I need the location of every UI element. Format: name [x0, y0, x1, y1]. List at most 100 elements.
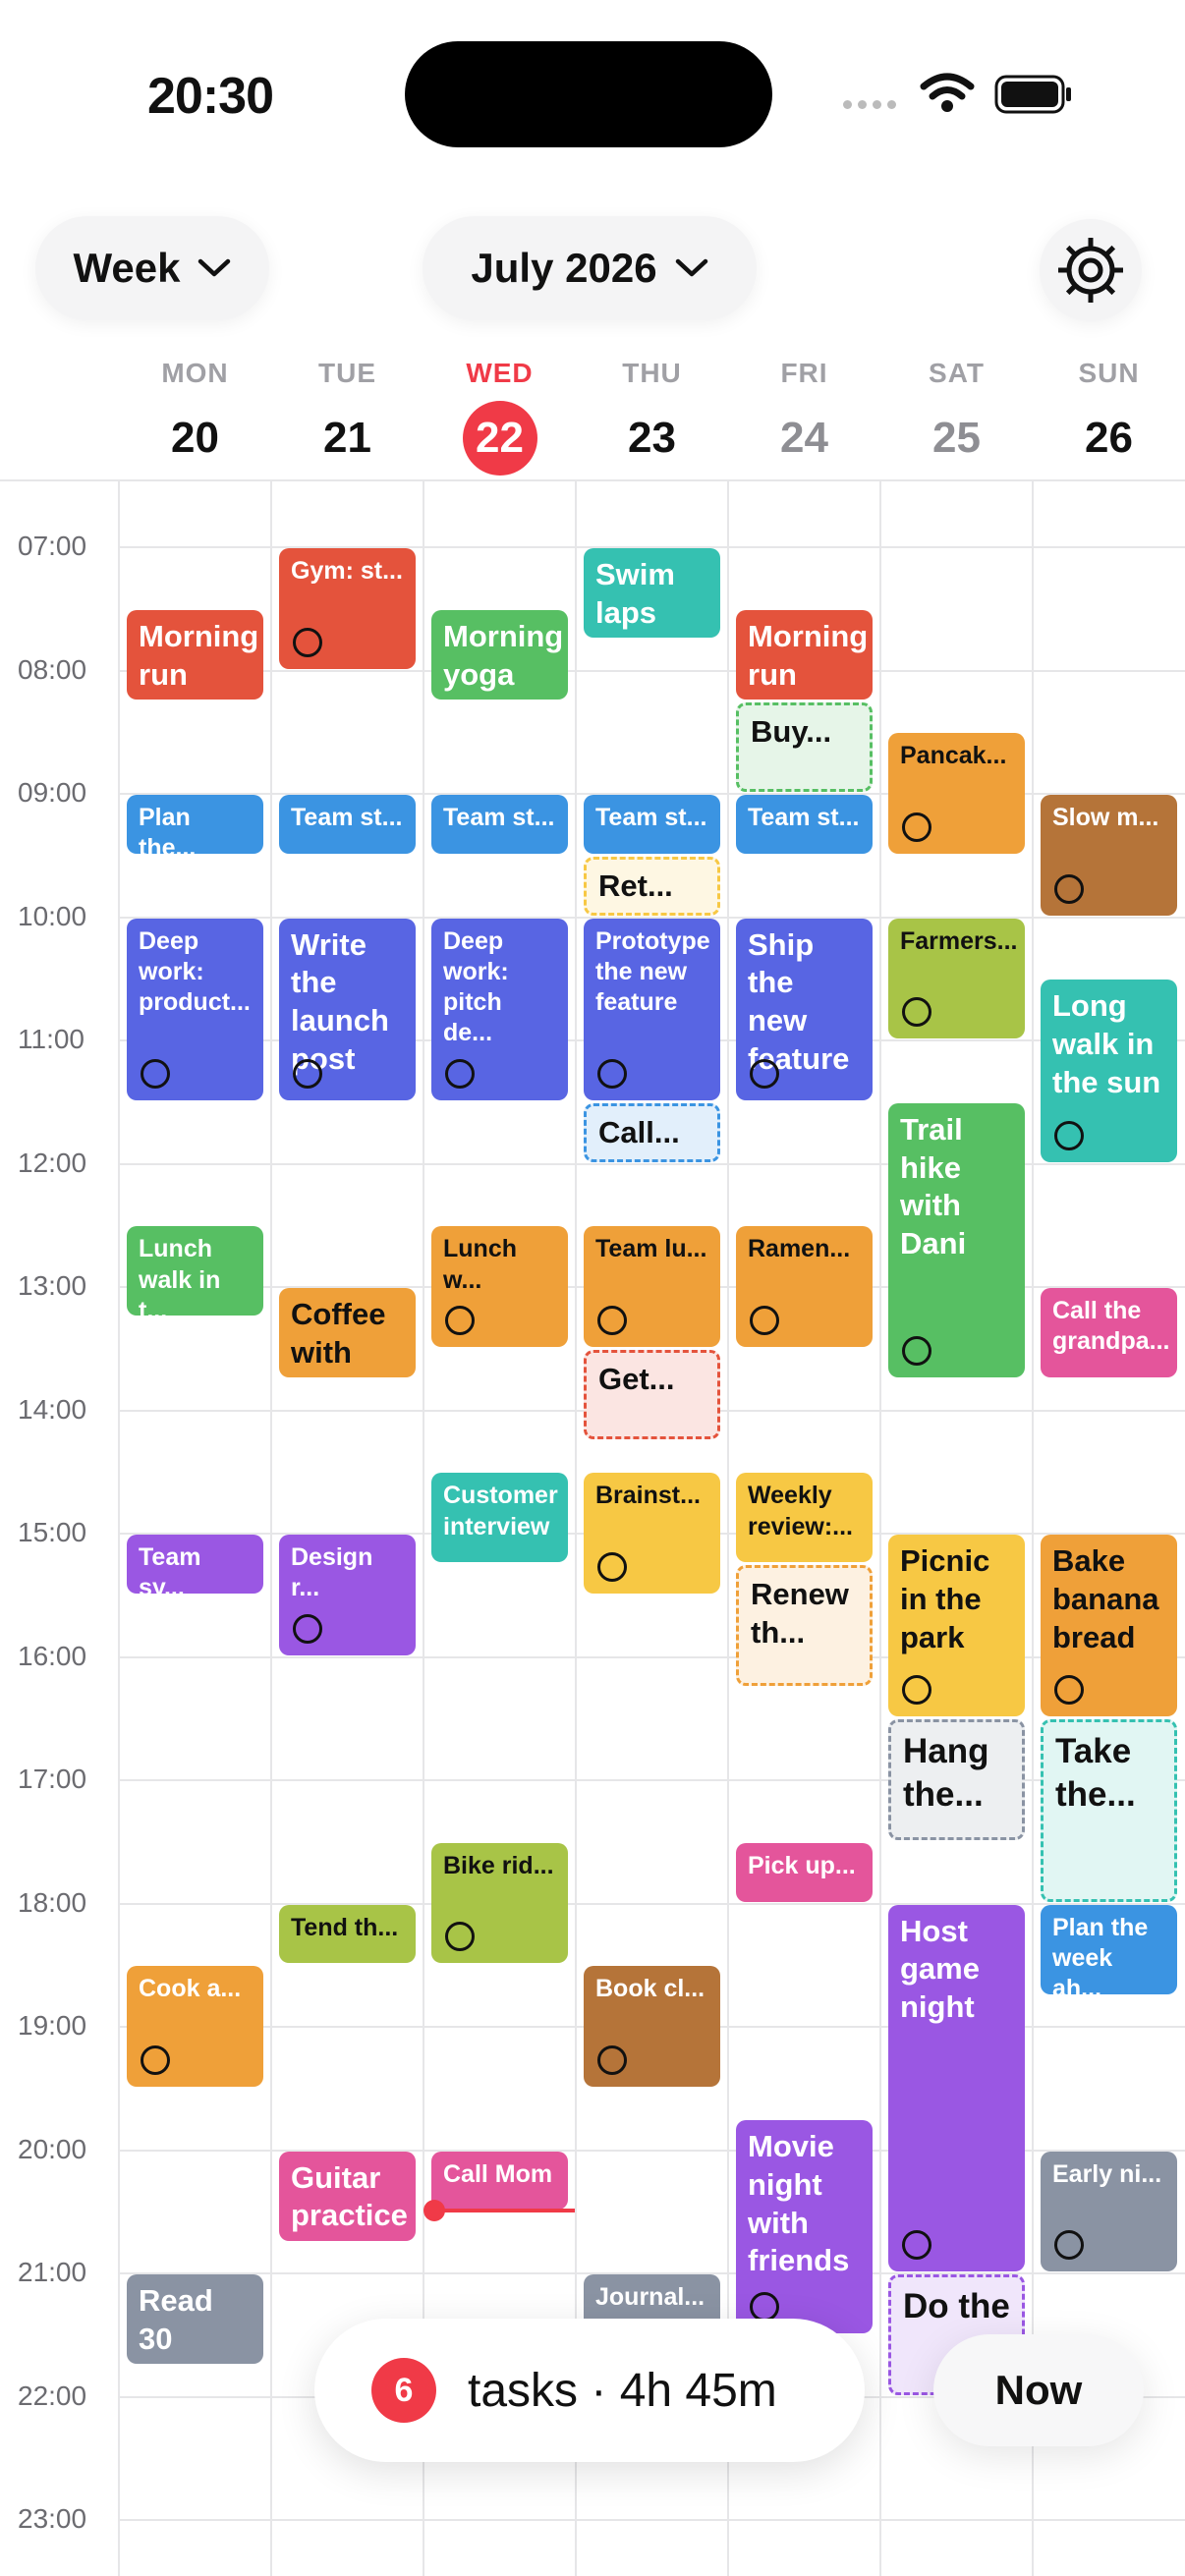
task-complete-checkbox-icon[interactable] [445, 1058, 475, 1089]
task-complete-checkbox-icon[interactable] [750, 1305, 779, 1335]
settings-button[interactable] [1040, 219, 1142, 321]
calendar-event[interactable]: Team st... [279, 795, 416, 854]
calendar-event[interactable]: Team st... [736, 795, 873, 854]
event-title: Team st... [443, 804, 555, 831]
event-title: Movie night with friends [748, 2129, 850, 2278]
day-name-mon: MON [161, 358, 229, 388]
task-complete-checkbox-icon[interactable] [1054, 873, 1084, 904]
dynamic-island [405, 41, 772, 147]
calendar-event[interactable]: Host game night [888, 1904, 1025, 2271]
calendar-event[interactable]: Morning yoga [431, 609, 568, 700]
calendar-event[interactable]: Deep work: product... [127, 918, 263, 1100]
cellular-signal-icon [843, 100, 896, 109]
now-button[interactable]: Now [933, 2334, 1144, 2446]
day-number-25[interactable]: 25 [898, 401, 1016, 476]
calendar-event[interactable]: Team sy... [127, 1535, 263, 1594]
day-number-26[interactable]: 26 [1050, 401, 1168, 476]
calendar-event[interactable]: Read 30 pages [127, 2274, 263, 2365]
task-complete-checkbox-icon[interactable] [750, 1058, 779, 1089]
calendar-event[interactable]: Buy... [736, 701, 873, 792]
task-complete-checkbox-icon[interactable] [902, 1675, 931, 1706]
task-complete-checkbox-icon[interactable] [750, 2291, 779, 2322]
calendar-event[interactable]: Farmers... [888, 918, 1025, 1038]
task-complete-checkbox-icon[interactable] [293, 1613, 322, 1644]
calendar-event[interactable]: Write the launch post [279, 918, 416, 1100]
calendar-event[interactable]: Long walk in the sun [1041, 980, 1177, 1162]
calendar-event[interactable]: Team st... [584, 795, 720, 854]
calendar-event[interactable]: Cook a... [127, 1966, 263, 2087]
calendar-event[interactable]: Ship the new feature [736, 918, 873, 1100]
calendar-event[interactable]: Team lu... [584, 1226, 720, 1347]
hour-label: 08:00 [18, 653, 87, 685]
task-complete-checkbox-icon[interactable] [141, 2044, 170, 2075]
week-grid[interactable]: 07:00 08:00 09:00 10:00 11:00 12:00 13:00 14:00… [0, 479, 1185, 2576]
calendar-event[interactable]: Gym: st... [279, 548, 416, 669]
day-number-22[interactable]: 22 [462, 401, 537, 476]
calendar-event[interactable]: Hang the... [888, 1719, 1025, 1840]
calendar-event[interactable]: Get... [584, 1349, 720, 1439]
task-summary-bar[interactable]: 6 tasks · 4h 45m [314, 2319, 865, 2462]
task-complete-checkbox-icon[interactable] [1054, 1120, 1084, 1150]
calendar-event[interactable]: Lunch walk in t... [127, 1226, 263, 1316]
task-complete-checkbox-icon[interactable] [1054, 2230, 1084, 2260]
hour-line [118, 2519, 1185, 2521]
calendar-event[interactable]: Customer interview [431, 1473, 568, 1563]
calendar-event[interactable]: Ret... [584, 856, 720, 916]
task-complete-checkbox-icon[interactable] [293, 1058, 322, 1089]
hour-label: 19:00 [18, 2010, 87, 2041]
day-number-23[interactable]: 23 [593, 401, 711, 476]
calendar-event[interactable]: Deep work: pitch de... [431, 918, 568, 1100]
calendar-event[interactable]: Movie night with friends [736, 2120, 873, 2333]
calendar-event[interactable]: Bake banana bread [1041, 1535, 1177, 1717]
calendar-event[interactable]: Picnic in the park [888, 1535, 1025, 1717]
calendar-event[interactable]: Ramen... [736, 1226, 873, 1347]
calendar-event[interactable]: Take the... [1041, 1719, 1177, 1902]
calendar-event[interactable]: Tend th... [279, 1904, 416, 1964]
calendar-event[interactable]: Renew th... [736, 1565, 873, 1686]
day-number-20[interactable]: 20 [137, 401, 254, 476]
task-complete-checkbox-icon[interactable] [597, 1058, 627, 1089]
calendar-event[interactable]: Prototype the new feature [584, 918, 720, 1100]
calendar-event[interactable]: Lunch w... [431, 1226, 568, 1347]
task-complete-checkbox-icon[interactable] [902, 997, 931, 1027]
hour-line [118, 1162, 1185, 1165]
calendar-event[interactable]: Morning run [127, 609, 263, 700]
calendar-event[interactable]: Trail hike with Dani [888, 1102, 1025, 1378]
calendar-event[interactable]: Pancak... [888, 733, 1025, 854]
view-selector-button[interactable]: Week [35, 216, 269, 320]
day-number-24[interactable]: 24 [746, 401, 864, 476]
task-complete-checkbox-icon[interactable] [141, 1058, 170, 1089]
event-title: Team sy... [139, 1543, 201, 1594]
calendar-event[interactable]: Call the grandpa... [1041, 1288, 1177, 1378]
calendar-event[interactable]: Design r... [279, 1535, 416, 1655]
calendar-event[interactable]: Team st... [431, 795, 568, 854]
calendar-event[interactable]: Call Mom [431, 2151, 568, 2211]
calendar-event[interactable]: Pick up... [736, 1842, 873, 1902]
task-complete-checkbox-icon[interactable] [597, 1551, 627, 1582]
calendar-event[interactable]: Swim laps [584, 548, 720, 639]
task-complete-checkbox-icon[interactable] [445, 1922, 475, 1952]
calendar-event[interactable]: Book cl... [584, 1966, 720, 2087]
calendar-event[interactable]: Weekly review:... [736, 1473, 873, 1563]
calendar-event[interactable]: Plan the week ah... [1041, 1904, 1177, 1994]
task-complete-checkbox-icon[interactable] [597, 1305, 627, 1335]
event-title: Ship the new feature [748, 926, 850, 1076]
task-complete-checkbox-icon[interactable] [902, 1336, 931, 1367]
day-number-21[interactable]: 21 [289, 401, 407, 476]
calendar-event[interactable]: Coffee with Alex [279, 1288, 416, 1378]
calendar-event[interactable]: Slow m... [1041, 795, 1177, 916]
calendar-event[interactable]: Morning run [736, 609, 873, 700]
calendar-event[interactable]: Bike rid... [431, 1842, 568, 1964]
task-complete-checkbox-icon[interactable] [902, 812, 931, 842]
task-complete-checkbox-icon[interactable] [902, 2230, 931, 2260]
calendar-event[interactable]: Plan the... [127, 795, 263, 854]
calendar-event[interactable]: Call... [584, 1102, 720, 1162]
task-complete-checkbox-icon[interactable] [445, 1305, 475, 1335]
calendar-event[interactable]: Brainst... [584, 1473, 720, 1594]
task-complete-checkbox-icon[interactable] [1054, 1675, 1084, 1706]
calendar-event[interactable]: Guitar practice [279, 2151, 416, 2241]
task-complete-checkbox-icon[interactable] [597, 2044, 627, 2075]
month-selector-button[interactable]: July 2026 [423, 216, 757, 320]
calendar-event[interactable]: Early ni... [1041, 2151, 1177, 2271]
task-complete-checkbox-icon[interactable] [293, 627, 322, 657]
